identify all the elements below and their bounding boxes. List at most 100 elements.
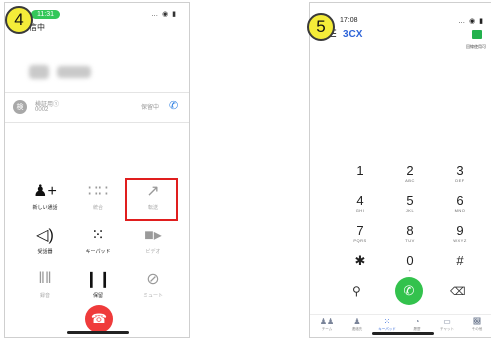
dial-key-digit: 1: [356, 162, 364, 178]
dial-key[interactable]: 7 PQRS: [340, 219, 380, 247]
status-time-pill: 11:31: [31, 10, 60, 19]
action-add-call[interactable]: ♟+ 新しい通話: [17, 181, 73, 223]
dial-key[interactable]: 1: [340, 159, 380, 187]
voicemail-icon: ଀: [473, 317, 481, 326]
held-call-status: 保留中: [141, 105, 160, 111]
action-label: キーパッド: [85, 249, 111, 255]
speaker-icon: ◁): [36, 227, 54, 244]
dial-key[interactable]: 0 +: [390, 249, 430, 277]
home-indicator[interactable]: [67, 331, 129, 334]
tab-label: チーム: [321, 327, 333, 331]
app-logo: 3CX: [343, 29, 362, 40]
status-bar-icons: … ◉ ▮: [151, 11, 177, 18]
tab-label: その他: [471, 327, 483, 331]
held-call-avatar: 検: [13, 100, 27, 114]
action-video[interactable]: ■▸ ビデオ: [125, 225, 181, 267]
dial-key[interactable]: #: [440, 249, 480, 277]
dial-key[interactable]: 5 JKL: [390, 189, 430, 217]
call-button[interactable]: ✆: [395, 277, 423, 305]
tab-voicemail[interactable]: ଀ その他: [462, 317, 491, 332]
dial-key[interactable]: 8 TUV: [390, 219, 430, 247]
hang-up-button[interactable]: ☎: [85, 305, 113, 333]
tab-team[interactable]: ♟♟ チーム: [312, 317, 342, 332]
dial-key-digit: 3: [456, 162, 464, 178]
dial-key[interactable]: 9 WXYZ: [440, 219, 480, 247]
dial-key-letters: DEF: [455, 177, 465, 183]
dial-key[interactable]: 6 MNO: [440, 189, 480, 217]
dial-key-letters: +: [408, 267, 412, 273]
tab-history[interactable]: ◔ 履歴: [402, 317, 432, 332]
video-icon: ■▸: [144, 227, 162, 244]
action-record[interactable]: ‖‖ 録音: [17, 269, 73, 311]
dial-key-letters: JKL: [405, 207, 415, 213]
dial-key-digit: 5: [406, 192, 414, 208]
dial-key-digit: 6: [456, 192, 464, 208]
in-call-screen: 11:31 … ◉ ▮ ‹ 発信中 検 検証用① 0002 保留中 ✆ ♟+新し…: [4, 2, 190, 338]
tab-label: 連絡先: [351, 327, 363, 331]
status-bar-icons: … ◉ ▮: [458, 18, 484, 25]
phone-hangup-icon: ☎: [90, 311, 108, 326]
held-call-number: 0002: [35, 107, 49, 113]
status-time: 17:08: [340, 17, 358, 24]
tab-contacts[interactable]: ♟ 連絡先: [342, 317, 372, 332]
divider: [5, 92, 189, 93]
search-icon[interactable]: ⚲: [352, 284, 361, 298]
backspace-icon[interactable]: ⌫: [450, 285, 466, 298]
chat-icon: ▭: [443, 317, 451, 326]
dial-key-digit: 9: [456, 222, 464, 238]
dial-key-digit: 7: [356, 222, 364, 238]
action-keypad[interactable]: ⁙ キーパッド: [70, 225, 126, 267]
action-label: 統合: [92, 205, 103, 211]
dial-key[interactable]: 3 DEF: [440, 159, 480, 187]
record-icon: ‖‖: [38, 270, 52, 287]
dial-key-digit: 0: [406, 252, 414, 268]
step-badge-5: 5: [307, 13, 335, 41]
phone-icon: ✆: [403, 283, 415, 298]
team-icon: ♟♟: [319, 317, 335, 326]
history-icon: ◔: [414, 317, 420, 326]
merge-icon: ∷∷: [87, 183, 109, 200]
tab-label: チャット: [440, 327, 454, 331]
transfer-highlight-box: [125, 178, 178, 221]
dial-key-letters: WXYZ: [453, 237, 467, 243]
dial-key-letters: PQRS: [353, 237, 367, 243]
tab-chat[interactable]: ▭ チャット: [432, 317, 462, 332]
tab-keypad-tab[interactable]: ⁙ キーパッド: [372, 317, 402, 332]
dial-key[interactable]: 2 ABC: [390, 159, 430, 187]
action-mute[interactable]: ⊘ ミュート: [125, 269, 181, 311]
dial-key-letters: MNO: [454, 207, 466, 213]
blurred-caller-name: [57, 66, 91, 78]
dial-key-digit: ✱: [354, 252, 366, 268]
presence-status-label: 回線使用可: [466, 44, 486, 49]
divider: [5, 122, 189, 123]
dial-key-letters: TUV: [405, 237, 415, 243]
dial-key-digit: #: [456, 252, 464, 268]
dial-key-digit: 2: [406, 162, 414, 178]
action-speaker[interactable]: ◁) 受話器: [17, 225, 73, 267]
action-merge[interactable]: ∷∷ 統合: [70, 181, 126, 223]
step-badge-4: 4: [5, 6, 33, 34]
swap-call-icon[interactable]: ✆: [169, 99, 178, 112]
blurred-caller-avatar: [29, 65, 49, 79]
keypad-icon: ⁙: [91, 227, 105, 244]
home-indicator[interactable]: [372, 332, 434, 335]
hold-icon: ❙❙: [84, 271, 112, 288]
contacts-icon: ♟: [353, 317, 361, 326]
logo-prefix: 3C: [343, 29, 356, 40]
action-label: 新しい通話: [32, 205, 58, 211]
mute-icon: ⊘: [146, 271, 160, 288]
action-label: 保留: [92, 293, 103, 299]
dial-key[interactable]: 4 GHI: [340, 189, 380, 217]
dial-key-letters: ABC: [405, 177, 415, 183]
action-label: 受話器: [37, 249, 53, 255]
dial-key[interactable]: ✱: [340, 249, 380, 277]
action-label: ミュート: [142, 293, 163, 299]
presence-status-indicator[interactable]: [472, 30, 482, 39]
add-call-icon: ♟+: [33, 183, 57, 200]
keypad-tab-icon: ⁙: [383, 317, 391, 326]
keypad-screen: 17:08 … ◉ ▮ ☰ 3CX 回線使用可 12ABC3DEF4GHI5JK…: [309, 2, 491, 338]
dial-key-digit: 4: [356, 192, 364, 208]
logo-suffix: X: [355, 29, 363, 40]
dial-key-digit: 8: [406, 222, 414, 238]
action-label: 録音: [39, 293, 50, 299]
